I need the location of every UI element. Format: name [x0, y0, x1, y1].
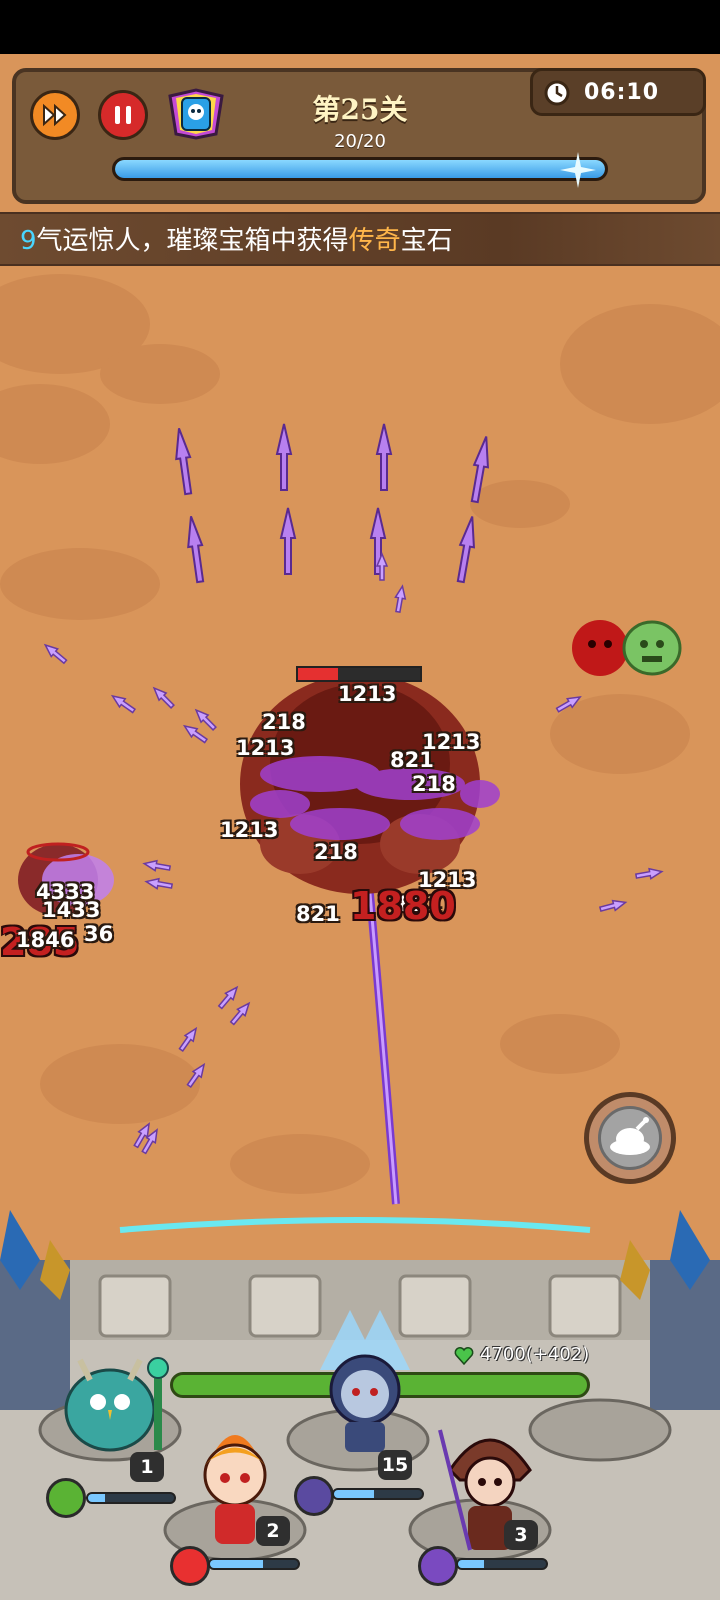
- wave-progress-bar: [112, 157, 608, 181]
- hero-mana-fill: [458, 1560, 485, 1568]
- ticker-part1: 气运惊人，璀璨宝箱中获得: [36, 226, 349, 256]
- ticker-part2: 宝石: [400, 226, 453, 256]
- hero-mana-bar: [332, 1488, 424, 1500]
- damage-number: 821: [390, 748, 434, 772]
- boss-hp-fill: [298, 668, 339, 680]
- hero-mana-fill: [88, 1494, 106, 1502]
- damage-number: 1433: [42, 898, 101, 922]
- announcement-text: 9气运惊人，璀璨宝箱中获得传奇宝石: [20, 220, 453, 257]
- roast-chicken-icon: [610, 1117, 650, 1155]
- critical-damage-number: 1880: [350, 884, 456, 928]
- status-bar: [0, 0, 720, 54]
- hero-mana-bar: [456, 1558, 548, 1570]
- clock-icon: [544, 80, 570, 106]
- damage-number: 1213: [338, 682, 397, 706]
- hero-mana-bar: [86, 1492, 176, 1504]
- hero-level-badge: 2: [256, 1516, 290, 1546]
- hero-mana-bar: [208, 1558, 300, 1570]
- ticker-highlight: 传奇: [348, 226, 401, 256]
- food-skill-inner: [598, 1106, 662, 1170]
- fast-forward-icon: [43, 103, 67, 127]
- pause-icon: [115, 106, 131, 124]
- timer-text: 06:10: [584, 80, 660, 105]
- wave-progress-fill: [115, 160, 605, 178]
- green-blob-enemy[interactable]: [622, 620, 682, 676]
- wave-icon[interactable]: [46, 1478, 86, 1518]
- damage-number: 218: [314, 840, 358, 864]
- speed-button[interactable]: [30, 90, 80, 140]
- red-blob-enemy[interactable]: [572, 620, 628, 676]
- damage-number: 1213: [236, 736, 295, 760]
- barrier-shield: [119, 1217, 591, 1233]
- damage-number: 1213: [220, 818, 279, 842]
- damage-number: 1846: [16, 928, 75, 952]
- hero-dark-elf[interactable]: [300, 1310, 430, 1460]
- bow-icon[interactable]: [418, 1546, 458, 1586]
- damage-number: 36: [84, 922, 114, 946]
- hero-level-badge: 1: [130, 1452, 164, 1482]
- skull-card-icon[interactable]: [166, 88, 226, 140]
- level-title: 第25关: [312, 93, 408, 126]
- boss-enemy[interactable]: [240, 674, 500, 894]
- heart-icon: [454, 1347, 474, 1366]
- hero-level-badge: 3: [504, 1520, 538, 1550]
- sparkle-icon: [560, 152, 596, 188]
- hero-level-badge: 15: [378, 1450, 412, 1480]
- boss-hp-bar: [296, 666, 422, 682]
- team-hp-text: 4700(+402): [480, 1344, 590, 1365]
- hero-mana-fill: [334, 1490, 374, 1498]
- damage-number: 218: [262, 710, 306, 734]
- damage-number: 218: [412, 772, 456, 796]
- pause-button[interactable]: [98, 90, 148, 140]
- arrows-icon[interactable]: [294, 1476, 334, 1516]
- wave-progress-text: 20/20: [334, 131, 386, 152]
- enemies: [18, 620, 682, 916]
- damage-number: 821: [296, 902, 340, 926]
- hero-mana-fill: [210, 1560, 263, 1568]
- target-icon[interactable]: [170, 1546, 210, 1586]
- ticker-prefix: 9: [20, 226, 37, 256]
- hero-owl-druid[interactable]: [50, 1340, 180, 1460]
